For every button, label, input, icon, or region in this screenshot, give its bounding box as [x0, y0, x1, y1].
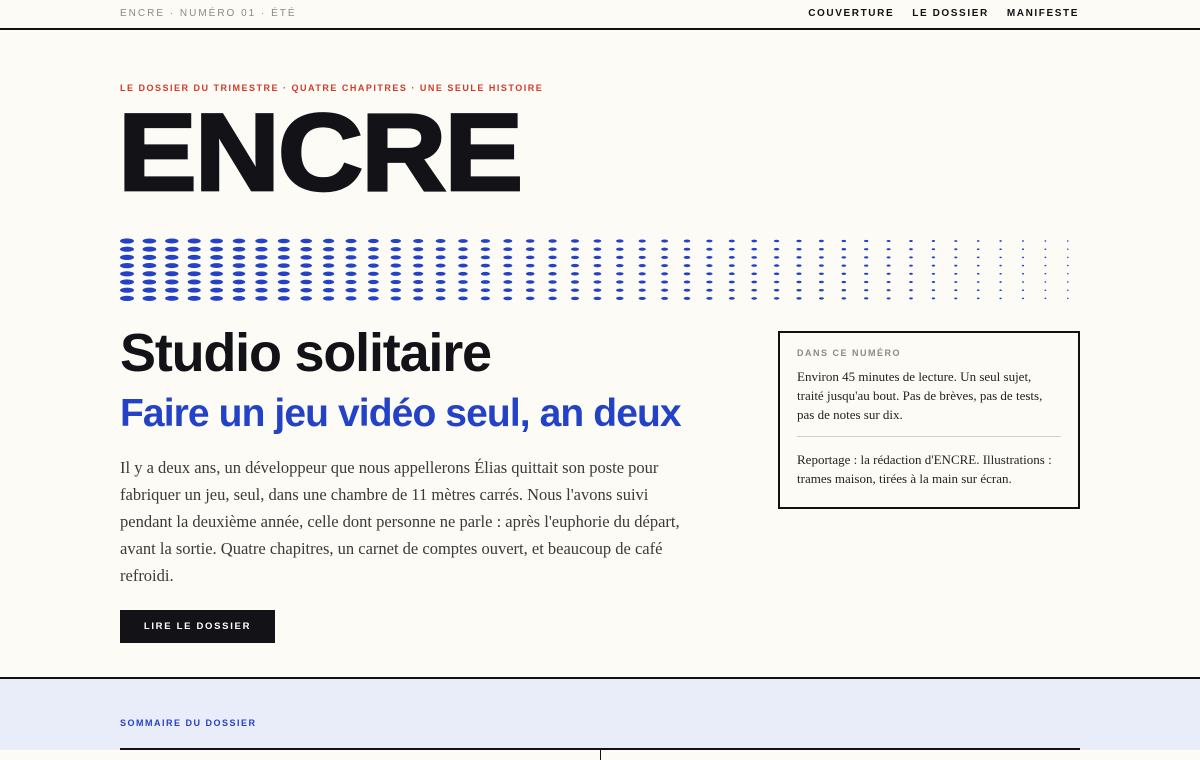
masthead-logo: ENCRE [116, 91, 524, 215]
halftone-pattern [120, 238, 1069, 301]
read-dossier-button[interactable]: LIRE LE DOSSIER [120, 610, 275, 643]
sommaire-label: SOMMAIRE DU DOSSIER [120, 718, 257, 728]
info-box-credits: Reportage : la rédaction d'ENCRE. Illust… [797, 452, 1052, 486]
issue-info-box: DANS CE NUMÉRO Environ 45 minutes de lec… [778, 331, 1080, 509]
nav-manifeste[interactable]: MANIFESTE [1007, 8, 1079, 19]
main-nav: COUVERTURE LE DOSSIER MANIFESTE [808, 8, 1079, 19]
dossier-subtitle: Faire un jeu vidéo seul, an deux [120, 392, 682, 435]
nav-couverture[interactable]: COUVERTURE [808, 8, 894, 19]
info-box-label: DANS CE NUMÉRO [797, 348, 902, 358]
nav-le-dossier[interactable]: LE DOSSIER [912, 8, 989, 19]
issue-label: ENCRE · NUMÉRO 01 · ÉTÉ [120, 8, 297, 19]
top-bar: ENCRE · NUMÉRO 01 · ÉTÉ COUVERTURE LE DO… [0, 0, 1200, 30]
sommaire-column-divider [600, 750, 601, 760]
info-box-divider [797, 436, 1061, 437]
intro-paragraph: Il y a deux ans, un développeur que nous… [120, 458, 680, 585]
info-box-reading-time: Environ 45 minutes de lecture. Un seul s… [797, 369, 1043, 422]
sommaire-section: SOMMAIRE DU DOSSIER [0, 677, 1200, 760]
dossier-title: Studio solitaire [120, 323, 492, 383]
